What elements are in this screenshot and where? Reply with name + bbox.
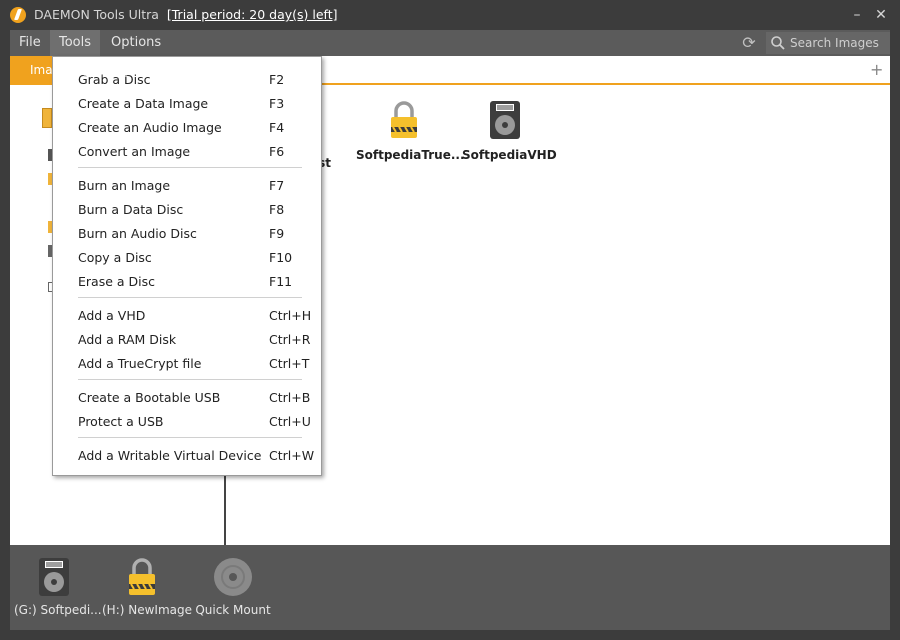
menu-item-create-bootable-usb[interactable]: Create a Bootable USB Ctrl+B (53, 386, 321, 410)
quick-mount-button[interactable]: Quick Mount (194, 557, 272, 617)
menu-item-grab-a-disc[interactable]: Grab a Disc F2 (53, 68, 321, 92)
search-icon (771, 36, 785, 50)
menu-item-convert-image[interactable]: Convert an Image F6 (53, 140, 321, 164)
daemon-logo-icon (10, 7, 26, 23)
menu-file[interactable]: File (10, 30, 50, 56)
menu-item-create-data-image[interactable]: Create a Data Image F3 (53, 92, 321, 116)
folder-icon (42, 108, 52, 128)
menu-tools[interactable]: Tools (50, 30, 101, 56)
tray-label: (H:) NewImage (102, 603, 192, 617)
image-label: SoftpediaTrue... (356, 148, 465, 162)
menu-item-copy-disc[interactable]: Copy a Disc F10 (53, 246, 321, 270)
menu-item-create-audio-image[interactable]: Create an Audio Image F4 (53, 116, 321, 140)
menu-item-add-vhd[interactable]: Add a VHD Ctrl+H (53, 304, 321, 328)
menu-separator (78, 379, 302, 380)
image-label: SoftpediaVHD (462, 148, 557, 162)
tools-dropdown-menu: Grab a Disc F2 Create a Data Image F3 Cr… (52, 56, 322, 476)
close-button[interactable]: ✕ (870, 5, 892, 25)
hard-disk-icon (490, 101, 520, 139)
menu-item-erase-disc[interactable]: Erase a Disc F11 (53, 270, 321, 294)
menu-item-burn-audio-disc[interactable]: Burn an Audio Disc F9 (53, 222, 321, 246)
refresh-icon[interactable]: ⟳ (740, 34, 758, 52)
padlock-icon (129, 558, 155, 595)
menu-item-burn-image[interactable]: Burn an Image F7 (53, 174, 321, 198)
search-box[interactable] (766, 32, 890, 54)
device-tray: (G:) Softpedi... (H:) NewImage Quick Mou… (10, 545, 890, 630)
padlock-icon (391, 101, 417, 138)
hard-disk-icon (39, 558, 69, 596)
menu-item-add-ram-disk[interactable]: Add a RAM Disk Ctrl+R (53, 328, 321, 352)
menu-separator (78, 297, 302, 298)
tray-label: Quick Mount (195, 603, 271, 617)
menu-separator (78, 437, 302, 438)
image-item-softpediavhd[interactable]: SoftpediaVHD (462, 100, 557, 162)
disc-icon (214, 558, 252, 596)
menu-options[interactable]: Options (102, 30, 170, 56)
menu-item-burn-data-disc[interactable]: Burn a Data Disc F8 (53, 198, 321, 222)
tray-item-h-drive[interactable]: (H:) NewImage (102, 557, 192, 617)
menu-item-add-truecrypt[interactable]: Add a TrueCrypt file Ctrl+T (53, 352, 321, 376)
title-bar: DAEMON Tools Ultra [Trial period: 20 day… (0, 0, 900, 30)
menu-item-add-writable-virtual-device[interactable]: Add a Writable Virtual Device Ctrl+W (53, 444, 321, 468)
minimize-button[interactable]: – (846, 5, 868, 25)
search-input[interactable] (790, 35, 886, 51)
menu-item-protect-usb[interactable]: Protect a USB Ctrl+U (53, 410, 321, 434)
add-tab-icon[interactable]: + (870, 60, 886, 79)
tray-item-g-drive[interactable]: (G:) Softpedi... (14, 557, 102, 617)
menu-separator (78, 167, 302, 168)
tray-label: (G:) Softpedi... (14, 603, 102, 617)
window-title: DAEMON Tools Ultra [Trial period: 20 day… (34, 7, 338, 22)
image-item-softpediatruecrypt[interactable]: SoftpediaTrue... (356, 100, 465, 162)
trial-period-link[interactable]: [Trial period: 20 day(s) left] (167, 7, 338, 22)
menu-bar: File Tools Options ⟳ (10, 30, 890, 56)
app-title-text: DAEMON Tools Ultra (34, 7, 159, 22)
